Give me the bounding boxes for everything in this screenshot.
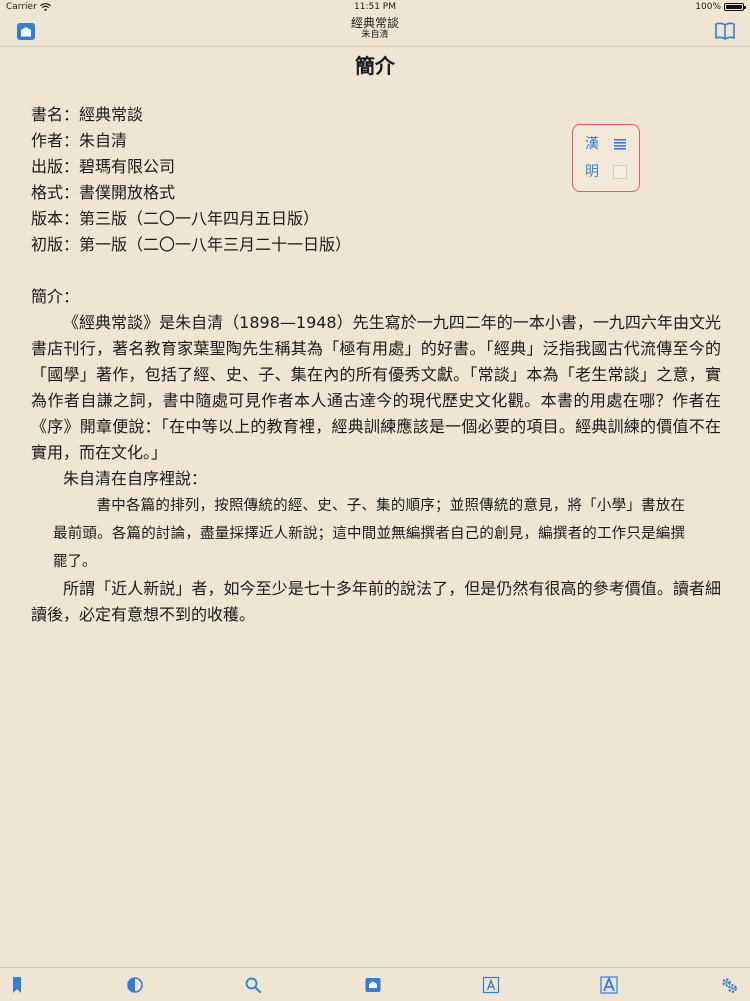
ming-script-option[interactable]: 明 [585,163,599,181]
battery-icon [724,3,746,11]
bookmark-icon [13,977,21,993]
increase-font-button[interactable] [600,976,618,994]
ming-checkbox[interactable] [613,165,627,179]
book-title: 經典常談 [350,16,399,30]
meta-version: 版本：第三版（二〇一八年四月五日版） [31,209,320,228]
table-of-contents-button[interactable] [714,20,736,42]
bottom-toolbar [0,967,750,1001]
bookmark-button[interactable] [8,976,26,994]
intro-paragraph-1: 《經典常談》是朱自清（1898—1948）先生寫於一九四二年的一本小書，一九四六… [31,313,721,462]
book-author: 朱自清 [361,30,389,40]
status-time: 11:51 PM [354,2,396,12]
settings-button[interactable] [720,976,738,994]
search-icon [245,977,261,993]
preface-quote: 書中各篇的排列，按照傳統的經、史、子、集的順序；並照傳統的意見，將「小學」書放在… [53,498,685,570]
contrast-icon [127,977,143,993]
page-title: 簡介 [355,54,395,78]
intro-paragraph-3: 所謂「近人新説」者，如今至少是七十多年前的說法了，但是仍然有很高的參考價值。讀者… [31,579,721,624]
search-button[interactable] [244,976,262,994]
intro-paragraph-2: 朱自清在自序裡說： [63,469,208,488]
status-bar: Carrier 11:51 PM 100% [0,0,750,14]
brightness-button[interactable] [126,976,144,994]
battery-percent: 100% [695,2,721,12]
meta-first-edition: 初版：第一版（二〇一八年三月二十一日版） [31,235,352,254]
intro-label: 簡介： [31,287,80,306]
script-toggle-panel: 漢 明 [572,124,640,192]
decrease-font-button[interactable] [482,976,500,994]
home-button[interactable] [364,976,382,994]
list-icon[interactable] [613,137,627,151]
settings-icon [722,978,737,993]
book-icon [715,22,735,40]
han-script-option[interactable]: 漢 [585,135,599,153]
font-larger-icon [600,976,618,994]
font-smaller-icon [482,976,500,994]
status-right: 100% [695,0,746,14]
navigation-bar: 經典常談 朱自清 [0,14,750,47]
library-icon [365,978,381,992]
